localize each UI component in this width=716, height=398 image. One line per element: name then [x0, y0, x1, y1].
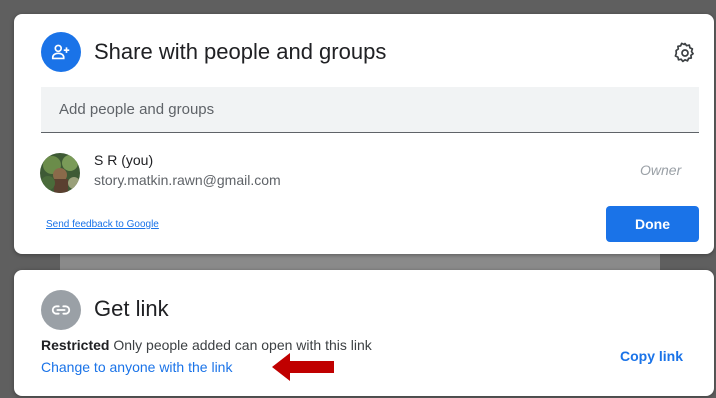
- change-access-link[interactable]: Change to anyone with the link: [41, 359, 232, 375]
- gear-icon[interactable]: [672, 40, 698, 66]
- add-people-input[interactable]: [41, 87, 699, 133]
- done-button[interactable]: Done: [606, 206, 699, 242]
- get-link-title: Get link: [94, 296, 169, 321]
- share-dialog: Share with people and groups S R (you) s…: [14, 14, 714, 254]
- user-name: S R (you): [94, 152, 154, 168]
- red-arrow-icon: [272, 352, 336, 387]
- link-icon: [41, 290, 81, 330]
- person-add-icon: [41, 32, 81, 72]
- copy-link-button[interactable]: Copy link: [620, 348, 683, 364]
- access-description-text: Only people added can open with this lin…: [113, 337, 372, 353]
- access-description: Restricted Only people added can open wi…: [41, 337, 372, 353]
- share-title: Share with people and groups: [94, 39, 387, 64]
- send-feedback-link[interactable]: Send feedback to Google: [46, 219, 159, 230]
- access-level: Restricted: [41, 337, 110, 353]
- avatar: [40, 153, 80, 193]
- owner-role-label: Owner: [640, 162, 682, 178]
- user-email: story.matkin.rawn@gmail.com: [94, 172, 281, 188]
- get-link-dialog: Get link Restricted Only people added ca…: [14, 270, 714, 396]
